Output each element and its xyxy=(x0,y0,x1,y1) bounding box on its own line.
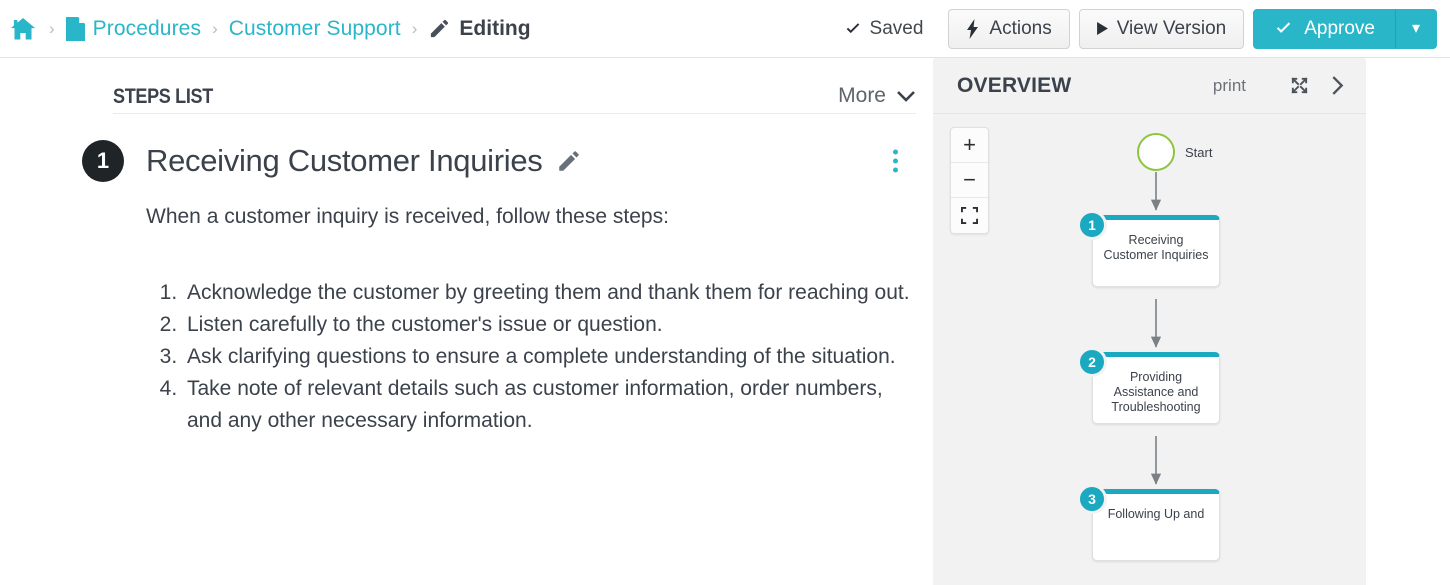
list-item: Listen carefully to the customer's issue… xyxy=(183,309,916,341)
approve-dropdown-button[interactable]: ▾ xyxy=(1395,8,1437,49)
actions-label: Actions xyxy=(989,17,1052,39)
diagram-start-node[interactable] xyxy=(1137,133,1175,171)
view-version-label: View Version xyxy=(1116,17,1227,39)
chevron-down-icon xyxy=(886,89,916,103)
diagram-node-1[interactable]: Receiving Customer Inquiries xyxy=(1092,215,1220,287)
main-content: STEPS LIST More 1 Receiving Customer Inq… xyxy=(0,58,1450,585)
saved-status: Saved xyxy=(843,17,924,40)
breadcrumb-item-procedures[interactable]: Procedures xyxy=(93,17,201,41)
breadcrumb-item-customer-support[interactable]: Customer Support xyxy=(229,17,401,41)
document-icon xyxy=(65,16,93,41)
approve-label: Approve xyxy=(1304,17,1375,39)
top-toolbar: › Procedures › Customer Support › Editin… xyxy=(0,0,1450,58)
saved-label: Saved xyxy=(869,17,924,39)
pencil-icon[interactable] xyxy=(543,148,582,174)
bolt-icon xyxy=(966,18,989,39)
breadcrumb-separator: › xyxy=(49,18,55,38)
step-number-badge: 1 xyxy=(82,140,124,182)
steps-list-title: STEPS LIST xyxy=(113,85,213,108)
diagram-node-3[interactable]: Following Up and xyxy=(1092,489,1220,561)
more-dropdown[interactable]: More xyxy=(838,84,916,109)
home-icon[interactable] xyxy=(8,15,38,43)
diagram-node-label: Providing Assistance and Troubleshooting xyxy=(1111,370,1201,414)
play-triangle-icon xyxy=(1096,22,1117,35)
check-icon xyxy=(1273,19,1304,38)
caret-down-icon: ▾ xyxy=(1411,19,1421,37)
toolbar-actions: Saved Actions View Version Approve ▾ xyxy=(843,0,1437,57)
expand-arrows-icon[interactable] xyxy=(1269,76,1309,95)
diagram-node-label: Following Up and xyxy=(1107,507,1205,521)
steps-list-panel: STEPS LIST More 1 Receiving Customer Inq… xyxy=(82,58,916,437)
check-icon xyxy=(843,20,870,38)
step-instruction-list: Acknowledge the customer by greeting the… xyxy=(183,277,916,437)
diagram-node-badge-1: 1 xyxy=(1077,210,1107,240)
diagram-start-label: Start xyxy=(1185,145,1213,160)
step-title: Receiving Customer Inquiries xyxy=(146,143,543,178)
view-version-button[interactable]: View Version xyxy=(1078,8,1245,49)
chevron-right-icon[interactable] xyxy=(1309,75,1345,96)
actions-button[interactable]: Actions xyxy=(948,8,1070,49)
kebab-menu-icon[interactable] xyxy=(893,149,898,173)
breadcrumb: › Procedures › Customer Support › Editin… xyxy=(0,0,531,57)
diagram-canvas[interactable]: + − Start Receiving Customer Inquiries 1… xyxy=(933,114,1366,585)
overview-title: OVERVIEW xyxy=(957,73,1072,97)
overview-panel: OVERVIEW print + − Start Receiving Custo… xyxy=(933,58,1366,585)
diagram-node-label: Receiving Customer Inquiries xyxy=(1103,233,1209,262)
approve-button[interactable]: Approve xyxy=(1253,8,1395,49)
print-button[interactable]: print xyxy=(1213,76,1246,96)
steps-list-header: STEPS LIST More xyxy=(113,58,916,114)
diagram-node-badge-2: 2 xyxy=(1077,347,1107,377)
list-item: Acknowledge the customer by greeting the… xyxy=(183,277,916,309)
diagram-node-badge-3: 3 xyxy=(1077,484,1107,514)
pencil-icon xyxy=(428,17,459,40)
breadcrumb-item-editing: Editing xyxy=(459,16,531,40)
diagram-node-2[interactable]: Providing Assistance and Troubleshooting xyxy=(1092,352,1220,424)
step-intro-text: When a customer inquiry is received, fol… xyxy=(146,205,669,228)
breadcrumb-separator: › xyxy=(411,18,418,38)
breadcrumb-separator: › xyxy=(212,18,218,38)
list-item: Ask clarifying questions to ensure a com… xyxy=(183,341,916,373)
list-item: Take note of relevant details such as cu… xyxy=(183,373,916,437)
more-label: More xyxy=(838,84,886,107)
overview-header: OVERVIEW print xyxy=(933,58,1366,114)
step-header: 1 Receiving Customer Inquiries xyxy=(82,140,916,182)
